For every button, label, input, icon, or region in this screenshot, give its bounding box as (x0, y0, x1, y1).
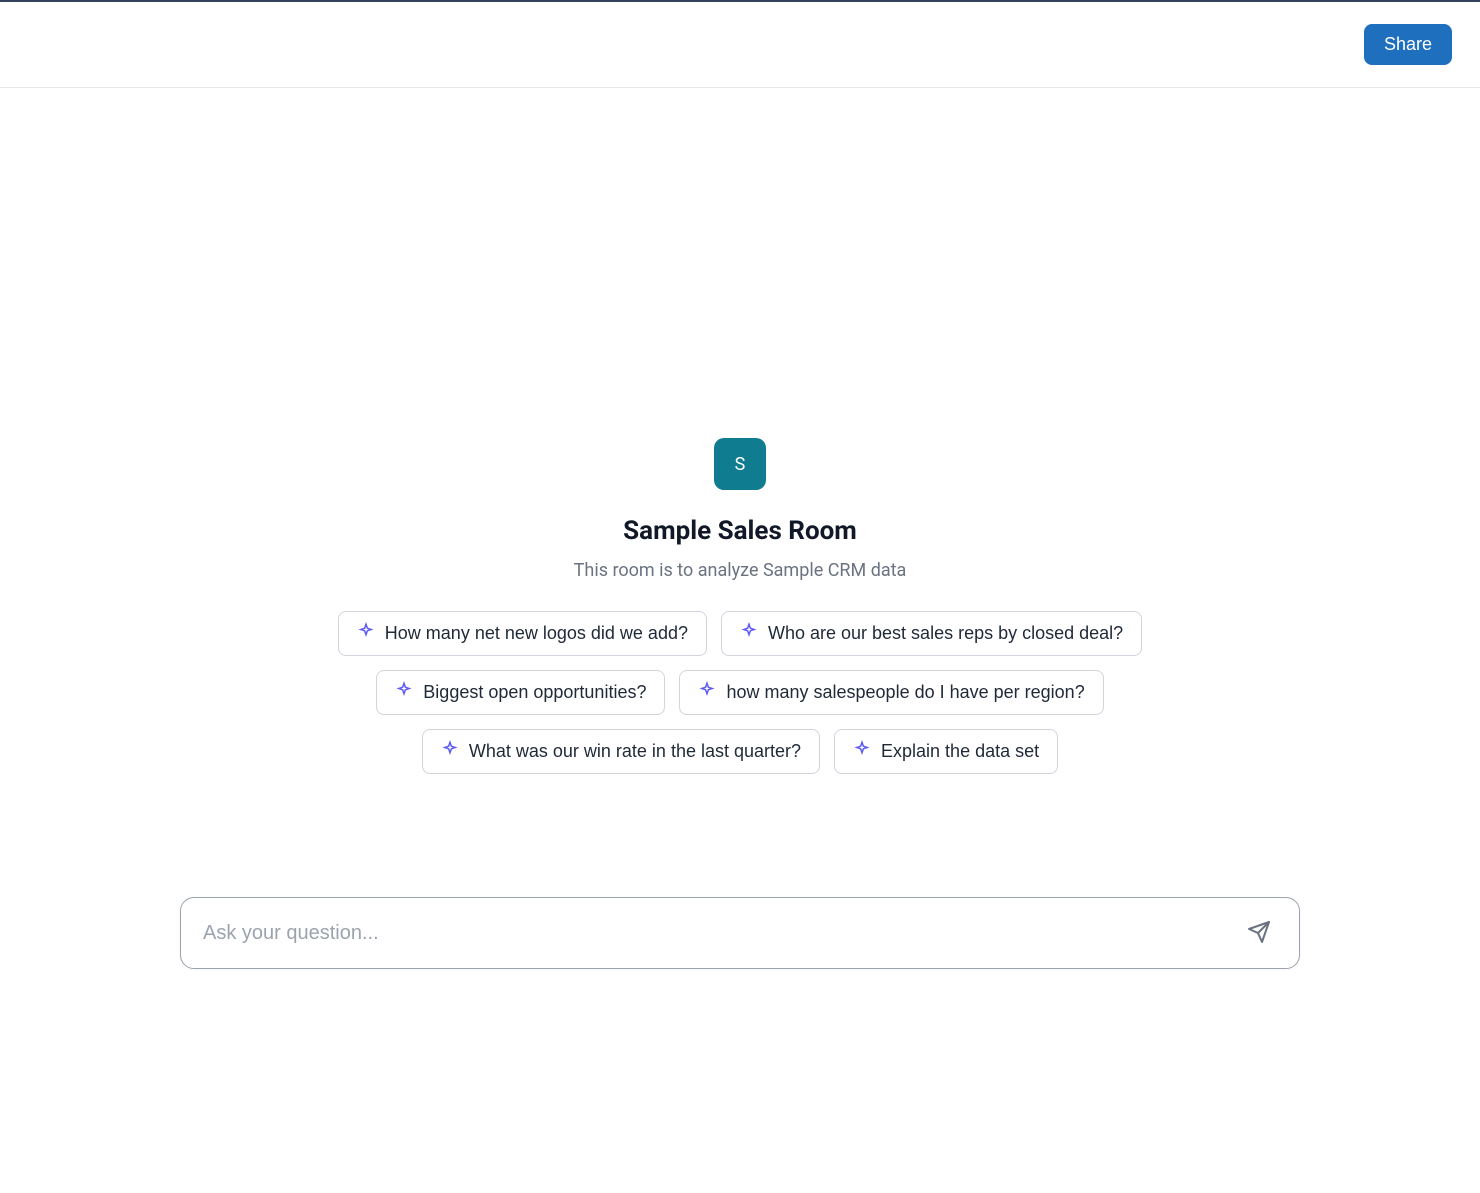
question-input-bar (180, 897, 1300, 969)
suggestion-label: Who are our best sales reps by closed de… (768, 623, 1123, 644)
room-title: Sample Sales Room (623, 516, 857, 546)
suggestion-chip[interactable]: Biggest open opportunities? (376, 670, 665, 715)
sparkle-icon (357, 622, 375, 645)
suggestion-chip[interactable]: Who are our best sales reps by closed de… (721, 611, 1142, 656)
question-input[interactable] (203, 922, 1241, 945)
suggestion-chip[interactable]: How many net new logos did we add? (338, 611, 707, 656)
header: Share (0, 2, 1480, 88)
suggestion-label: What was our win rate in the last quarte… (469, 741, 801, 762)
suggestion-chip[interactable]: What was our win rate in the last quarte… (422, 729, 820, 774)
sparkle-icon (395, 681, 413, 704)
sparkle-icon (698, 681, 716, 704)
send-icon (1247, 920, 1271, 947)
sparkle-icon (740, 622, 758, 645)
main-area: S Sample Sales Room This room is to anal… (0, 88, 1480, 1191)
sparkle-icon (441, 740, 459, 763)
suggestion-label: How many net new logos did we add? (385, 623, 688, 644)
suggestion-chip[interactable]: how many salespeople do I have per regio… (679, 670, 1103, 715)
suggestion-label: Biggest open opportunities? (423, 682, 646, 703)
room-subtitle: This room is to analyze Sample CRM data (574, 560, 907, 581)
suggestion-label: Explain the data set (881, 741, 1039, 762)
send-button[interactable] (1241, 914, 1277, 953)
share-button[interactable]: Share (1364, 24, 1452, 65)
suggestion-label: how many salespeople do I have per regio… (726, 682, 1084, 703)
room-avatar: S (714, 438, 766, 490)
sparkle-icon (853, 740, 871, 763)
suggestion-chip[interactable]: Explain the data set (834, 729, 1058, 774)
room-hero: S Sample Sales Room This room is to anal… (0, 438, 1480, 774)
suggestion-list: How many net new logos did we add? Who a… (290, 611, 1190, 774)
